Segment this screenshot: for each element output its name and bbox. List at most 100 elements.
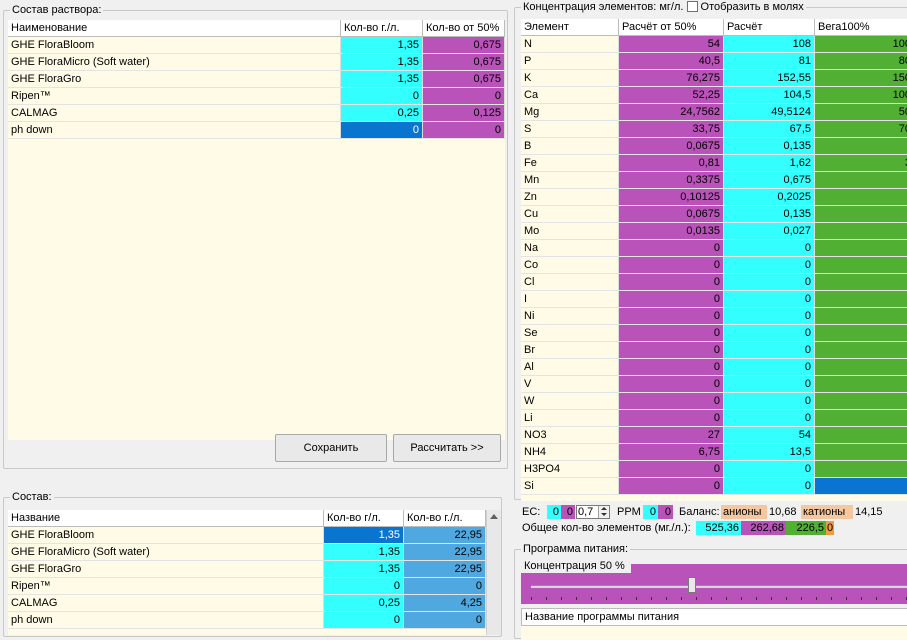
row-calc[interactable]: 0 (724, 376, 815, 393)
row-half[interactable]: 0,81 (619, 155, 724, 172)
row-element[interactable]: Cl (521, 274, 619, 291)
row-calc[interactable]: 49,5124 (724, 104, 815, 121)
row-element[interactable]: Mo (521, 223, 619, 240)
row-element[interactable]: Al (521, 359, 619, 376)
composition-scrollbar[interactable] (486, 510, 501, 635)
table-row[interactable]: Ni 0 0 (521, 308, 907, 325)
row-vega[interactable] (815, 240, 907, 257)
row-name[interactable]: CALMAG (8, 105, 341, 122)
row-calc[interactable]: 0,675 (724, 172, 815, 189)
row-vega[interactable] (815, 223, 907, 240)
ec-spin-input[interactable]: 0,7 (576, 505, 610, 519)
table-row[interactable]: Al 0 0 (521, 359, 907, 376)
composition-grid[interactable]: Название Кол-во г/л. Кол-во г./л. GHE Fl… (8, 510, 486, 635)
row-element[interactable]: W (521, 393, 619, 410)
row-element[interactable]: Ca (521, 87, 619, 104)
table-row[interactable]: Si 0 0 (521, 478, 907, 495)
row-vega[interactable]: 50 (815, 104, 907, 121)
row-amount[interactable]: 1,35 (324, 561, 404, 578)
row-name[interactable]: GHE FloraGro (8, 561, 324, 578)
row-amount[interactable]: 0 (324, 578, 404, 595)
row-half[interactable]: 0,675 (423, 37, 505, 54)
col-header-amount-2[interactable]: Кол-во г./л. (404, 510, 486, 527)
row-half[interactable]: 54 (619, 36, 724, 53)
table-row[interactable]: CALMAG 0,25 4,25 (8, 595, 486, 612)
row-vega[interactable] (815, 206, 907, 223)
row-half[interactable]: 40,5 (619, 53, 724, 70)
table-row[interactable]: Cu 0,0675 0,135 (521, 206, 907, 223)
table-row[interactable]: Br 0 0 (521, 342, 907, 359)
row-element[interactable]: Fe (521, 155, 619, 172)
row-calc[interactable]: 0 (724, 461, 815, 478)
row-name[interactable]: GHE FloraBloom (8, 37, 341, 54)
table-row[interactable]: H3PO4 0 0 (521, 461, 907, 478)
table-row[interactable]: W00 (521, 393, 907, 410)
row-calc[interactable]: 104,5 (724, 87, 815, 104)
row-vega[interactable] (815, 325, 907, 342)
row-amount-2[interactable]: 22,95 (404, 527, 486, 544)
row-half[interactable]: 0 (619, 461, 724, 478)
row-name[interactable]: Ripen™ (8, 88, 341, 105)
row-amount[interactable]: 0 (341, 88, 423, 105)
row-calc[interactable]: 0 (724, 325, 815, 342)
table-row[interactable]: Co 0 0 (521, 257, 907, 274)
table-row[interactable]: GHE FloraBloom 1,35 22,95 (8, 527, 486, 544)
show-moles-checkbox[interactable] (686, 1, 698, 12)
row-element[interactable]: K (521, 70, 619, 87)
row-half[interactable]: 0 (619, 393, 724, 410)
row-amount-2[interactable]: 22,95 (404, 561, 486, 578)
row-half[interactable]: 0 (619, 325, 724, 342)
row-element[interactable]: Br (521, 342, 619, 359)
table-row[interactable]: Ripen™ 0 0 (8, 578, 486, 595)
table-row[interactable]: ph down 0 0 (8, 122, 505, 139)
row-name[interactable]: Ripen™ (8, 578, 324, 595)
row-amount-2[interactable]: 0 (404, 612, 486, 629)
row-vega[interactable] (815, 427, 907, 444)
row-name[interactable]: GHE FloraMicro (Soft water) (8, 544, 324, 561)
row-vega[interactable]: 3 (815, 155, 907, 172)
row-calc[interactable]: 67,5 (724, 121, 815, 138)
row-half[interactable]: 76,275 (619, 70, 724, 87)
spin-arrows-icon[interactable] (598, 506, 609, 518)
table-row[interactable]: Ripen™ 0 0 (8, 88, 505, 105)
row-vega[interactable] (815, 138, 907, 155)
row-calc[interactable]: 13,5 (724, 444, 815, 461)
col-header-name[interactable]: Название (8, 510, 324, 527)
concentration-slider-thumb[interactable] (688, 577, 697, 593)
row-calc[interactable]: 81 (724, 53, 815, 70)
row-half[interactable]: 0 (619, 291, 724, 308)
row-amount[interactable]: 1,35 (341, 54, 423, 71)
row-element[interactable]: N (521, 36, 619, 53)
row-half[interactable]: 27 (619, 427, 724, 444)
row-vega[interactable] (815, 410, 907, 427)
row-calc[interactable]: 0 (724, 359, 815, 376)
table-row[interactable]: Zn 0,10125 0,2025 (521, 189, 907, 206)
row-half[interactable]: 0 (619, 376, 724, 393)
row-calc[interactable]: 0,027 (724, 223, 815, 240)
row-calc[interactable]: 0 (724, 410, 815, 427)
scroll-up-arrow-icon[interactable] (490, 514, 498, 519)
row-calc[interactable]: 0 (724, 393, 815, 410)
row-half[interactable]: 24,7562 (619, 104, 724, 121)
row-vega[interactable]: 100 (815, 87, 907, 104)
row-half[interactable]: 0 (619, 478, 724, 495)
row-element[interactable]: Mg (521, 104, 619, 121)
row-amount[interactable]: 0 (341, 122, 423, 139)
row-calc[interactable]: 0 (724, 274, 815, 291)
row-half[interactable]: 0,0135 (619, 223, 724, 240)
col-header-amount[interactable]: Кол-во г/л. (324, 510, 404, 527)
save-button[interactable]: Сохранить (275, 434, 387, 462)
row-vega[interactable] (815, 342, 907, 359)
table-row[interactable]: K76,275152,55150 (521, 70, 907, 87)
row-amount[interactable]: 1,35 (341, 37, 423, 54)
row-amount[interactable]: 0 (324, 612, 404, 629)
row-calc[interactable]: 152,55 (724, 70, 815, 87)
row-vega[interactable] (815, 291, 907, 308)
row-calc[interactable]: 0 (724, 308, 815, 325)
row-amount[interactable]: 0,25 (341, 105, 423, 122)
col-header-calc[interactable]: Расчёт (724, 19, 815, 36)
row-half[interactable]: 0,675 (423, 54, 505, 71)
row-element[interactable]: Cu (521, 206, 619, 223)
row-element[interactable]: Co (521, 257, 619, 274)
row-amount[interactable]: 1,35 (341, 71, 423, 88)
